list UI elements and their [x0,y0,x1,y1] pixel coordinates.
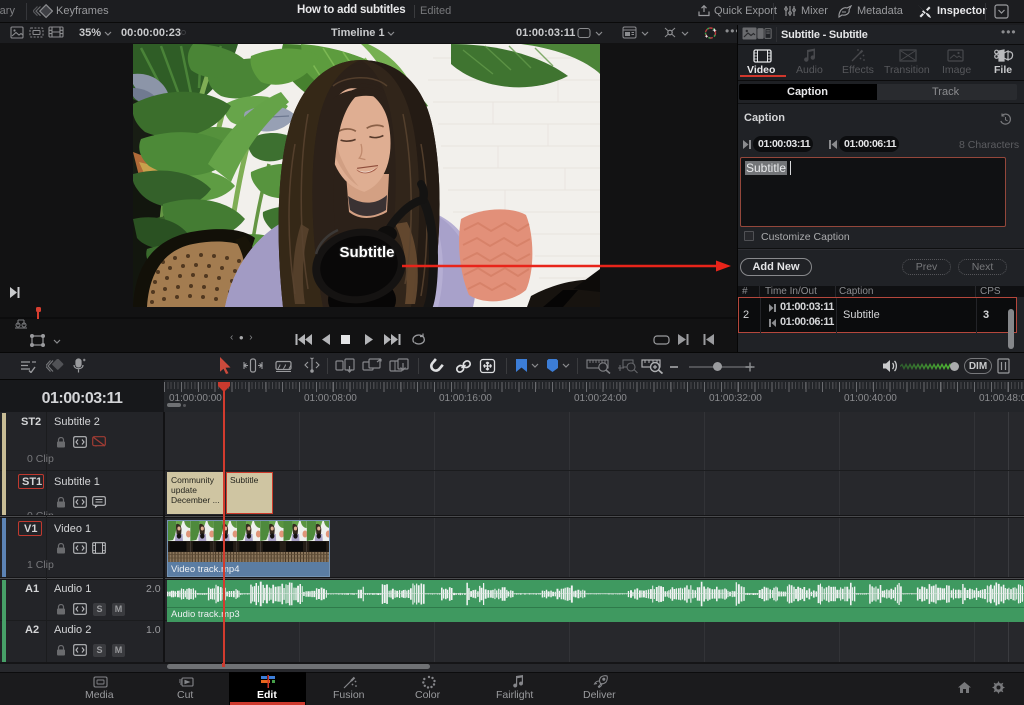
svg-text:Subtitle: Subtitle [340,244,395,261]
